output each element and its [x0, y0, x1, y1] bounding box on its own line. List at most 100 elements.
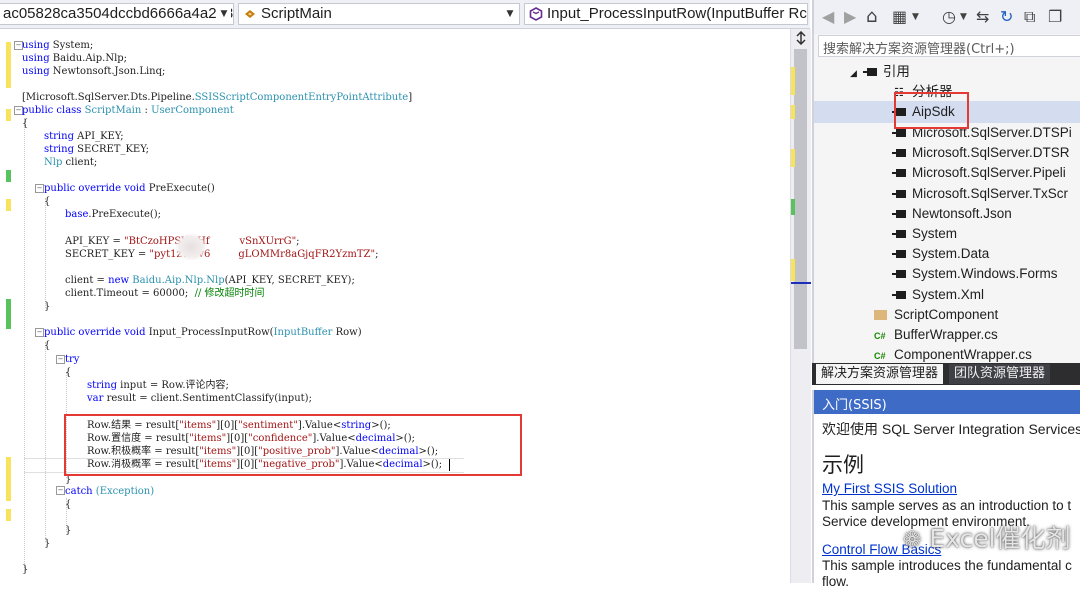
- project-dropdown[interactable]: ac05828ca3504dccbd6666a4a2037 ▼: [0, 3, 234, 25]
- code-line: SECRET_KEY = "pyt1zW0v6gLOMMr8aGjqFR2Yzm…: [65, 249, 379, 260]
- code-line: using Baidu.Aip.Nlp;: [22, 53, 128, 64]
- reference-icon: [892, 270, 906, 279]
- reference-icon: [892, 129, 906, 138]
- code-line: }: [22, 564, 29, 575]
- tree-item-reference[interactable]: System: [892, 224, 958, 244]
- tree-item-reference[interactable]: Microsoft.SqlServer.DTSR: [892, 143, 1070, 163]
- indent-guide: [45, 198, 46, 308]
- tree-item-reference[interactable]: System.Windows.Forms: [892, 264, 1058, 284]
- reference-icon: [892, 250, 906, 259]
- code-line: [Microsoft.SqlServer.Dts.Pipeline.SSISSc…: [22, 92, 413, 103]
- editor-vertical-scrollbar[interactable]: [790, 29, 811, 583]
- collapse-toggle[interactable]: −: [56, 486, 65, 495]
- tree-item-reference[interactable]: System.Xml: [892, 285, 985, 305]
- tab-solution-explorer[interactable]: 解决方案资源管理器: [816, 364, 944, 384]
- tree-item-file[interactable]: C# BufferWrapper.cs: [874, 325, 998, 345]
- tree-item-label: System.Windows.Forms: [912, 266, 1058, 281]
- reference-icon: [892, 169, 906, 178]
- sample-description: flow.: [822, 574, 850, 589]
- scroll-change-mark: [791, 199, 795, 215]
- code-line: base.PreExecute();: [65, 209, 162, 220]
- chevron-down-icon[interactable]: ▼: [960, 8, 967, 26]
- member-dropdown[interactable]: Input_ProcessInputRow(InputBuffer Rc: [524, 3, 808, 25]
- expand-arrow-icon[interactable]: ◢: [850, 68, 857, 78]
- tree-item-label: System.Xml: [912, 287, 985, 302]
- watermark: ❁ Excel催化剂: [903, 519, 1071, 555]
- tree-item-label: Newtonsoft.Json: [912, 206, 1012, 221]
- indent-guide: [45, 342, 46, 542]
- change-mark: [6, 42, 11, 88]
- scrollbar-thumb[interactable]: [794, 49, 807, 349]
- reference-icon: [892, 291, 906, 300]
- chevron-down-icon: ▼: [217, 4, 231, 24]
- code-line: client.Timeout = 60000; // 修改超时时间: [65, 288, 265, 299]
- code-line: client = new Baidu.Aip.Nlp.Nlp(API_KEY, …: [65, 275, 355, 286]
- sample-description: This sample introduces the fundamental c: [822, 558, 1072, 573]
- indent-guide: [24, 118, 25, 570]
- home-icon[interactable]: ⌂: [866, 8, 877, 26]
- reference-icon: [892, 149, 906, 158]
- history-icon[interactable]: ◷: [942, 8, 956, 26]
- code-line: public override void Input_ProcessInputR…: [44, 327, 362, 338]
- tree-item-reference[interactable]: System.Data: [892, 244, 989, 264]
- sample-description: This sample serves as an introduction to…: [822, 498, 1072, 513]
- code-line: string API_KEY;: [44, 131, 124, 142]
- tree-item-folder[interactable]: ScriptComponent: [874, 305, 998, 325]
- change-mark: [6, 199, 11, 211]
- back-icon[interactable]: ◀: [822, 8, 834, 26]
- getting-started-header: 入门(SSIS): [814, 390, 1080, 414]
- csharp-file-icon: C#: [874, 351, 886, 361]
- tab-label: 团队资源管理器: [954, 366, 1046, 381]
- tree-item-label: Microsoft.SqlServer.Pipeli: [912, 165, 1066, 180]
- tree-item-file[interactable]: C# ComponentWrapper.cs: [874, 345, 1032, 363]
- code-line: Nlp client;: [44, 157, 98, 168]
- member-dropdown-value: Input_ProcessInputRow(InputBuffer Rc: [547, 5, 807, 22]
- tree-item-label: ScriptComponent: [894, 307, 999, 322]
- tree-item-references[interactable]: ◢ 引用: [850, 62, 910, 82]
- editor-navigation-bar: ac05828ca3504dccbd6666a4a2037 ▼ ScriptMa…: [0, 0, 810, 29]
- code-line: {: [44, 196, 51, 207]
- tab-team-explorer[interactable]: 团队资源管理器: [949, 364, 1051, 384]
- scroll-change-mark: [791, 259, 795, 281]
- collapse-all-icon[interactable]: ⧉: [1024, 8, 1035, 26]
- solution-search-input[interactable]: 搜索解决方案资源管理器(Ctrl+;): [818, 35, 1080, 57]
- method-icon: [529, 7, 543, 21]
- forward-icon[interactable]: ▶: [844, 8, 856, 26]
- highlight-box: [894, 92, 969, 129]
- collapse-toggle[interactable]: −: [56, 355, 65, 364]
- code-line: {: [65, 499, 72, 510]
- tree-item-reference[interactable]: Newtonsoft.Json: [892, 204, 1012, 224]
- tree-item-reference[interactable]: Microsoft.SqlServer.Pipeli: [892, 163, 1066, 183]
- examples-heading: 示例: [822, 454, 864, 477]
- code-line: }: [65, 525, 72, 536]
- folder-icon: [874, 310, 887, 321]
- solution-explorer: ◀ ▶ ⌂ ▦ ▼ ◷ ▼ ⇆ ↻ ⧉ ❐ 搜索解决方案资源管理器(Ctrl+;…: [812, 0, 1080, 384]
- chevron-down-icon[interactable]: ▼: [912, 8, 919, 26]
- switch-views-icon[interactable]: ▦: [892, 8, 907, 26]
- tree-item-label: Microsoft.SqlServer.TxScr: [912, 186, 1069, 201]
- code-line: {: [22, 118, 29, 129]
- tree-item-label: 引用: [882, 64, 910, 79]
- tree-item-label: Microsoft.SqlServer.DTSR: [912, 145, 1070, 160]
- code-line: using Newtonsoft.Json.Linq;: [22, 66, 166, 77]
- show-all-files-icon[interactable]: ❐: [1048, 8, 1062, 26]
- sample-link-my-first-ssis[interactable]: My First SSIS Solution: [822, 481, 957, 496]
- highlight-box: [64, 414, 522, 476]
- class-dropdown[interactable]: ScriptMain ▼: [238, 3, 520, 25]
- scroll-change-mark: [791, 149, 795, 167]
- refresh-icon[interactable]: ↻: [1000, 8, 1013, 26]
- tree-item-label: System: [912, 226, 958, 241]
- caret-position-marker: [791, 282, 811, 284]
- change-mark: [6, 457, 11, 501]
- sync-icon[interactable]: ⇆: [976, 8, 989, 26]
- scroll-change-mark: [791, 105, 795, 119]
- link-text[interactable]: My First SSIS Solution: [822, 481, 957, 496]
- tree-item-reference[interactable]: Microsoft.SqlServer.TxScr: [892, 184, 1069, 204]
- collapse-toggle[interactable]: −: [35, 328, 44, 337]
- code-line: }: [44, 538, 51, 549]
- reference-icon: [862, 68, 877, 77]
- change-mark: [6, 299, 11, 329]
- code-line: try: [65, 354, 80, 365]
- split-icon[interactable]: [794, 31, 808, 45]
- collapse-toggle[interactable]: −: [35, 184, 44, 193]
